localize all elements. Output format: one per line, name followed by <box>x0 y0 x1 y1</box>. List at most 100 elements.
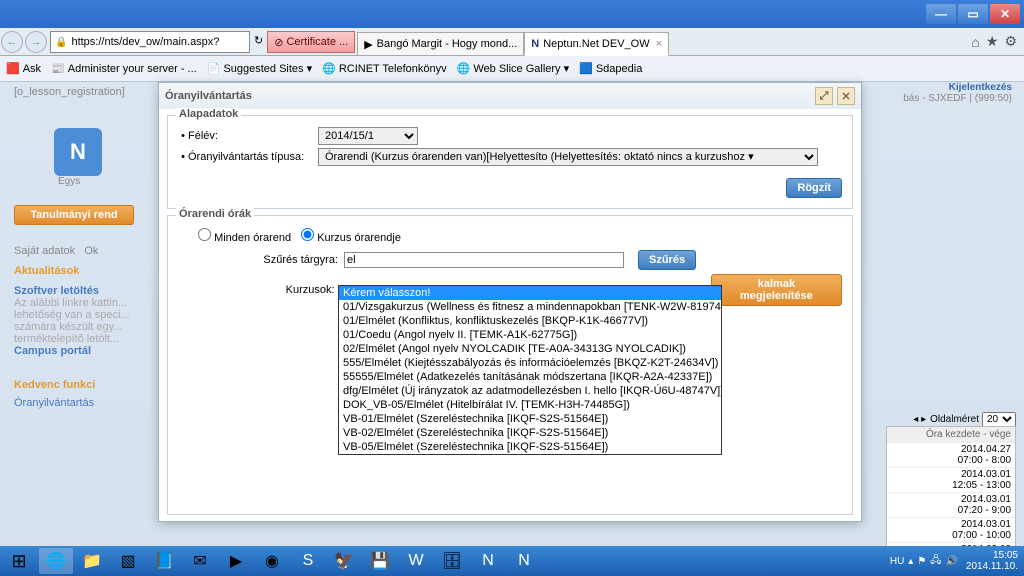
szures-button[interactable]: Szűrés <box>638 250 696 270</box>
fieldset-alapadatok: Alapadatok • Félév: 2014/15/1 • Óranyilv… <box>167 115 853 209</box>
fav-link-webslice[interactable]: 🌐Web Slice Gallery ▾ <box>457 62 570 75</box>
right-panel: Kijelentkezés bás - SJXEDF | (999:50) <box>862 82 1012 104</box>
schedule-row: 2014.03.0107:00 - 10:00 <box>887 517 1015 542</box>
dropdown-option[interactable]: VB-05/Elmélet (Szereléstechnika [IKQF-S2… <box>339 440 721 454</box>
favorites-bar: 🟥Ask 📰Administer your server - ... 📄Sugg… <box>0 56 1024 82</box>
label-tipus: Óranyilvántartás típusa: <box>188 151 318 163</box>
legend-orarendi: Órarendi órák <box>176 208 254 220</box>
box-kedvenc: Kedvenc funkci <box>14 379 164 391</box>
taskbar-app-word[interactable]: W <box>399 548 433 574</box>
rogzit-button[interactable]: Rögzít <box>786 178 842 198</box>
dropdown-option[interactable]: 01/Elmélet (Konfliktus, konfliktuskezelé… <box>339 314 721 328</box>
taskbar-app-vs[interactable]: ▧ <box>111 548 145 574</box>
schedule-header: Óra kezdete - vége <box>887 427 1015 442</box>
dropdown-option[interactable]: 01/Vizsgakurzus (Wellness és fitnesz a m… <box>339 300 721 314</box>
taskbar-app-sql[interactable]: 🗄 <box>435 548 469 574</box>
modal-expand-button[interactable]: ⤢ <box>815 87 833 105</box>
taskbar-app-chrome[interactable]: ◉ <box>255 548 289 574</box>
tab-sajat-adatok[interactable]: Saját adatok <box>14 245 75 257</box>
window-minimize-button[interactable]: — <box>926 4 956 24</box>
lang-indicator[interactable]: HU <box>890 556 904 567</box>
lock-icon: 🔒 <box>55 37 67 48</box>
window-maximize-button[interactable]: ▭ <box>958 4 988 24</box>
neptun-logo: N <box>54 128 102 176</box>
tray-network-icon[interactable]: 🖧 <box>930 553 941 570</box>
taskbar-app-eagle[interactable]: 🦅 <box>327 548 361 574</box>
address-bar[interactable]: 🔒 https://nts/dev_ow/main.aspx? <box>50 31 250 53</box>
link-szoftver-letoltes[interactable]: Szoftver letöltés <box>14 285 164 297</box>
url-text: https://nts/dev_ow/main.aspx? <box>71 36 219 48</box>
fav-link-sdapedia[interactable]: 🟦Sdapedia <box>579 62 642 75</box>
fav-link-rcinet[interactable]: 🌐RCINET Telefonkönyv <box>322 62 447 75</box>
link-campus-portal[interactable]: Campus portál <box>14 345 164 357</box>
taskbar-app-neptun2[interactable]: N <box>507 548 541 574</box>
dropdown-option[interactable]: VB-02/Elmélet (Szereléstechnika [IKQF-S2… <box>339 426 721 440</box>
dropdown-option[interactable]: DOK_VB-05/Elmélet (Hitelbírálat IV. [TEM… <box>339 398 721 412</box>
fav-link-ask[interactable]: 🟥Ask <box>6 62 41 75</box>
certificate-error-button[interactable]: ⊘ Certificate ... <box>267 31 355 53</box>
tab-icon: N <box>531 38 539 50</box>
taskbar-app-neptun[interactable]: N <box>471 548 505 574</box>
dropdown-option[interactable]: Kérem válasszon! <box>339 286 721 300</box>
tray-flag-icon[interactable]: ⚑ <box>917 556 926 567</box>
dropdown-option[interactable]: VB-01/Elmélet (Szereléstechnika [IKQF-S2… <box>339 412 721 426</box>
select-tipus[interactable]: Órarendi (Kurzus órarenden van)[Helyette… <box>318 148 818 166</box>
fav-link-admin[interactable]: 📰Administer your server - ... <box>51 62 197 75</box>
close-icon[interactable]: × <box>656 38 662 50</box>
label-szures-targyra: Szűrés tárgyra: <box>238 254 338 266</box>
user-code: bás - SJXEDF | (999:50) <box>862 93 1012 104</box>
schedule-row: 2014.04.2707:00 - 8:00 <box>887 442 1015 467</box>
left-panel: [o_lesson_registration] N Egys Tanulmány… <box>14 82 164 409</box>
browser-tab-strip: ← → 🔒 https://nts/dev_ow/main.aspx? ↻ ⊘ … <box>0 28 1024 56</box>
fav-link-suggested[interactable]: 📄Suggested Sites ▾ <box>207 62 312 75</box>
start-button[interactable]: ⊞ <box>0 546 38 576</box>
tab-tanulmanyi[interactable]: Tanulmányi rend <box>14 205 134 225</box>
box-aktualitasok: Aktualitások <box>14 265 164 277</box>
home-icon[interactable]: ⌂ <box>971 34 979 50</box>
link-oranyilvantartas[interactable]: Óranyilvántartás <box>14 397 164 409</box>
browser-tab-1[interactable]: ▶ Bangó Margit - Hogy mond... <box>357 32 524 56</box>
nav-forward-button[interactable]: → <box>25 31 47 53</box>
taskbar-app-media[interactable]: ▶ <box>219 548 253 574</box>
page-size-select[interactable]: 20 <box>982 412 1016 427</box>
logout-link[interactable]: Kijelentkezés <box>862 82 1012 93</box>
breadcrumb: [o_lesson_registration] <box>14 86 164 98</box>
dropdown-option[interactable]: 55555/Elmélet (Adatkezelés tanításának m… <box>339 370 721 384</box>
favorites-icon[interactable]: ★ <box>986 33 999 50</box>
radio-minden-orarend[interactable]: Minden órarend <box>198 228 291 244</box>
browser-tab-2[interactable]: N Neptun.Net DEV_OW × <box>524 32 669 56</box>
taskbar: ⊞ 🌐 📁 ▧ 📘 ✉ ▶ ◉ S 🦅 💾 W 🗄 N N HU ▴ ⚑ 🖧 🔊… <box>0 546 1024 576</box>
select-felev[interactable]: 2014/15/1 <box>318 127 418 145</box>
taskbar-clock[interactable]: 15:05 2014.11.10. <box>966 550 1018 572</box>
page-size-control: ◂ ▸ Oldalméret 20 <box>913 412 1016 427</box>
kurzusok-dropdown-list[interactable]: Kérem válasszon! 01/Vizsgakurzus (Wellne… <box>338 285 722 455</box>
taskbar-app-save[interactable]: 💾 <box>363 548 397 574</box>
schedule-box: Óra kezdete - vége 2014.04.2707:00 - 8:0… <box>886 426 1016 557</box>
tools-gear-icon[interactable]: ⚙ <box>1004 33 1017 50</box>
dropdown-option[interactable]: dfg/Elmélet (Új irányzatok az adatmodell… <box>339 384 721 398</box>
dropdown-option[interactable]: 01/Coedu (Angol nyelv II. [TEMK-A1K-6277… <box>339 328 721 342</box>
taskbar-app-notepad[interactable]: 📘 <box>147 548 181 574</box>
tray-up-icon[interactable]: ▴ <box>908 556 913 567</box>
taskbar-app-explorer[interactable]: 📁 <box>75 548 109 574</box>
refresh-icon[interactable]: ↻ <box>254 34 263 49</box>
label-kurzusok: Kurzusok: <box>238 284 335 296</box>
dropdown-option[interactable]: 555/Elmélet (Kiejtésszabályozás és infor… <box>339 356 721 370</box>
schedule-row: 2014.03.0112:05 - 13:00 <box>887 467 1015 492</box>
page-content: [o_lesson_registration] N Egys Tanulmány… <box>0 82 1024 546</box>
dropdown-option[interactable]: 02/Elmélet (Angol nyelv NYOLCADIK [TE-A0… <box>339 342 721 356</box>
nav-back-button[interactable]: ← <box>1 31 23 53</box>
tray-volume-icon[interactable]: 🔊 <box>945 556 957 567</box>
cert-error-icon: ⊘ <box>274 36 283 49</box>
radio-kurzus-orarendje[interactable]: Kurzus órarendje <box>301 228 401 244</box>
taskbar-app-skype[interactable]: S <box>291 548 325 574</box>
input-szures-targyra[interactable] <box>344 252 624 268</box>
alkalmak-button[interactable]: kalmak megjelenítése <box>711 274 842 306</box>
modal-close-button[interactable]: ✕ <box>837 87 855 105</box>
label-felev: Félév: <box>188 130 318 142</box>
taskbar-app-outlook[interactable]: ✉ <box>183 548 217 574</box>
taskbar-app-ie[interactable]: 🌐 <box>39 548 73 574</box>
modal-title: Óranyilvántartás <box>165 90 252 102</box>
schedule-row: 2014.03.0107:20 - 9:00 <box>887 492 1015 517</box>
window-close-button[interactable]: ✕ <box>990 4 1020 24</box>
